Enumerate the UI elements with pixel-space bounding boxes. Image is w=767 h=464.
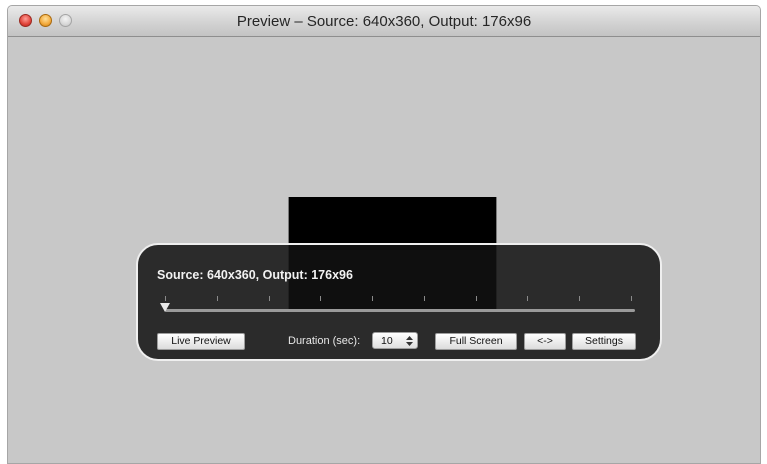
title-bar[interactable]: Preview – Source: 640x360, Output: 176x9… [8, 6, 760, 37]
slider-tick [579, 296, 580, 301]
slider-ticks [165, 296, 632, 302]
duration-select[interactable]: 10 [372, 332, 418, 349]
window-title: Preview – Source: 640x360, Output: 176x9… [236, 13, 532, 30]
slider-tick [165, 296, 166, 301]
duration-label: Duration (sec): [288, 335, 361, 347]
full-screen-button[interactable]: Full Screen [435, 333, 517, 350]
slider-tick [476, 296, 477, 301]
slider-tick [372, 296, 373, 301]
timeline-slider[interactable] [165, 309, 635, 312]
hud-status-text: Source: 640x360, Output: 176x96 [157, 268, 353, 282]
duration-value: 10 [381, 335, 393, 347]
live-preview-button[interactable]: Live Preview [157, 333, 245, 350]
hud-controller: Source: 640x360, Output: 176x96 Live Pre… [136, 243, 662, 361]
slider-tick [320, 296, 321, 301]
slider-tick [269, 296, 270, 301]
stepper-icon[interactable] [405, 335, 414, 347]
slider-knob[interactable] [160, 303, 170, 312]
slider-tick [217, 296, 218, 301]
preview-area: Source: 640x360, Output: 176x96 Live Pre… [8, 37, 760, 463]
slider-tick [631, 296, 632, 301]
settings-button[interactable]: Settings [572, 333, 636, 350]
slider-tick [527, 296, 528, 301]
preview-window: Preview – Source: 640x360, Output: 176x9… [7, 5, 761, 464]
swap-button[interactable]: <-> [524, 333, 566, 350]
slider-tick [424, 296, 425, 301]
